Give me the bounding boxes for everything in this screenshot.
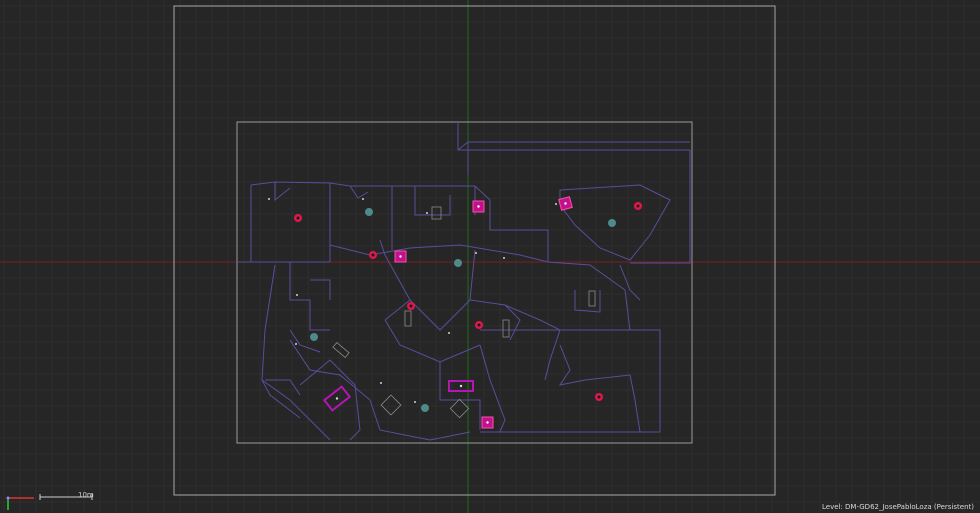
level-geometry — [237, 122, 691, 441]
player-start-icon[interactable] — [608, 219, 616, 227]
pickup-icon[interactable] — [407, 302, 415, 310]
pickup-icon[interactable] — [634, 202, 642, 210]
selected-actor-icon[interactable] — [394, 250, 407, 263]
level-viewport[interactable]: 10m Level: DM-GD62_JosePabloLoza (Persis… — [0, 0, 980, 513]
viewport-scene[interactable] — [0, 0, 980, 513]
level-name-label: Level: DM-GD62_JosePabloLoza (Persistent… — [821, 503, 974, 511]
player-start-icon[interactable] — [310, 333, 318, 341]
player-start-icon[interactable] — [421, 404, 429, 412]
pickup-icon[interactable] — [595, 393, 603, 401]
actor-markers — [268, 198, 557, 403]
viewport-grid — [0, 0, 980, 513]
player-start-icon[interactable] — [454, 259, 462, 267]
player-start-icon[interactable] — [365, 208, 373, 216]
scale-bar-label: 10m — [78, 491, 94, 499]
selected-actor-icon[interactable] — [481, 416, 494, 429]
selected-actor-icon[interactable] — [472, 200, 485, 213]
pickup-icon[interactable] — [294, 214, 302, 222]
world-bounds-inner — [236, 121, 693, 444]
pickup-icon[interactable] — [475, 321, 483, 329]
selected-actor-icon[interactable] — [558, 196, 573, 211]
pickup-icon[interactable] — [369, 251, 377, 259]
